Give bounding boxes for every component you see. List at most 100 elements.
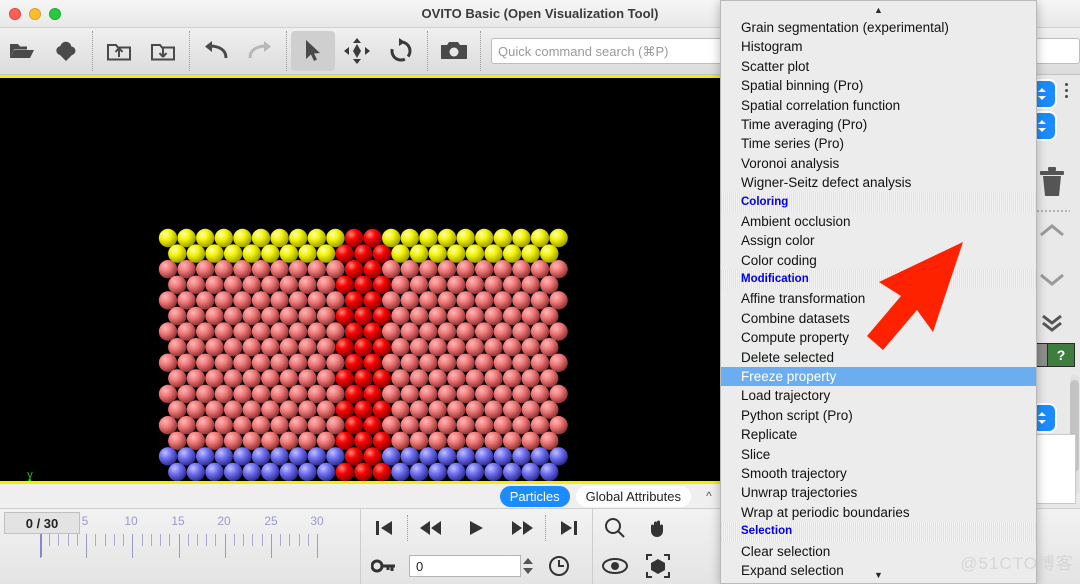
property-editor-area	[1032, 434, 1076, 504]
particle	[409, 431, 429, 450]
orbit-tool-button[interactable]	[593, 547, 636, 584]
menu-item[interactable]: Time averaging (Pro)	[721, 115, 1036, 134]
move-modifier-down-button[interactable]	[1039, 271, 1065, 292]
animation-timeline[interactable]: 5 10 15 20 25 30 0 / 30	[0, 509, 360, 584]
menu-item[interactable]: Assign color	[721, 231, 1036, 250]
transport-row-playback	[361, 509, 592, 547]
menu-item[interactable]: Delete selected	[721, 348, 1036, 367]
particle	[419, 353, 438, 372]
particle	[465, 369, 485, 388]
menu-item[interactable]: Load trajectory	[721, 386, 1036, 405]
particle	[475, 384, 494, 404]
move-mode-button[interactable]	[335, 31, 379, 71]
particle	[447, 369, 466, 388]
menu-item[interactable]: Time series (Pro)	[721, 134, 1036, 153]
select-mode-button[interactable]	[291, 31, 335, 71]
collapse-inspector-chevron[interactable]: ^	[697, 489, 721, 503]
animation-settings-button[interactable]	[536, 548, 582, 584]
particle	[363, 228, 382, 248]
play-animation-button[interactable]	[454, 510, 500, 546]
render-active-viewport-button[interactable]	[432, 31, 476, 71]
menu-item[interactable]: Slice	[721, 445, 1036, 464]
zoom-scene-extents-button[interactable]	[636, 547, 679, 584]
menu-item[interactable]: Unwrap trajectories	[721, 483, 1036, 502]
particle	[242, 462, 261, 482]
particle	[316, 306, 336, 326]
menu-item[interactable]: Wrap at periodic boundaries	[721, 503, 1036, 522]
tick-label-10: 10	[124, 514, 138, 528]
tab-particles[interactable]: Particles	[499, 485, 570, 507]
delete-modifier-button[interactable]	[1038, 167, 1066, 202]
menu-item[interactable]: Freeze property	[721, 367, 1036, 387]
particle	[298, 244, 317, 263]
move-modifier-up-button[interactable]	[1039, 223, 1065, 244]
modifier-dropdown-menu[interactable]: ▲ Grain segmentation (experimental) Histo…	[720, 0, 1037, 584]
tab-global-attributes[interactable]: Global Attributes	[575, 485, 691, 507]
next-frame-button[interactable]	[499, 510, 545, 546]
particle	[530, 447, 550, 466]
particle	[354, 244, 373, 263]
particle	[382, 260, 401, 279]
go-to-end-button[interactable]	[546, 510, 592, 546]
previous-frame-button[interactable]	[408, 510, 454, 546]
zoom-tool-button[interactable]	[593, 509, 636, 547]
pan-tool-button[interactable]	[636, 509, 679, 547]
menu-item[interactable]: Affine transformation	[721, 289, 1036, 308]
image-watermark: @51CTO博客	[960, 554, 1074, 573]
particle	[196, 416, 215, 435]
particle	[270, 447, 289, 466]
overflow-menu-button[interactable]	[1065, 83, 1068, 98]
particle	[493, 260, 512, 279]
particle	[465, 431, 485, 450]
toolbar-separator	[92, 31, 93, 71]
particle	[456, 291, 475, 310]
load-session-state-button[interactable]	[141, 31, 185, 71]
viewport-top[interactable]: Top	[0, 75, 721, 521]
particle	[289, 416, 308, 435]
particle	[168, 244, 187, 263]
rotate-mode-button[interactable]	[379, 31, 423, 71]
menu-item[interactable]: Voronoi analysis	[721, 154, 1036, 173]
menu-item[interactable]: Ambient occlusion	[721, 212, 1036, 231]
menu-item[interactable]: Spatial binning (Pro)	[721, 76, 1036, 95]
menu-item[interactable]: Replicate	[721, 425, 1036, 444]
load-remote-file-button[interactable]	[44, 31, 88, 71]
timeline-tick	[252, 534, 254, 546]
menu-item[interactable]: Smooth trajectory	[721, 464, 1036, 483]
open-file-button[interactable]	[0, 31, 44, 71]
menu-scroll-up-arrow[interactable]: ▲	[721, 1, 1036, 18]
particle	[289, 353, 308, 372]
redo-button[interactable]	[238, 31, 282, 71]
menu-item[interactable]: Compute property	[721, 328, 1036, 347]
undo-button[interactable]	[194, 31, 238, 71]
go-to-start-button[interactable]	[361, 510, 407, 546]
updown-stepper-icon	[523, 558, 533, 574]
particle	[158, 322, 178, 341]
particle	[484, 275, 503, 294]
particle	[158, 416, 178, 435]
timeline-tick	[317, 534, 318, 558]
frame-number-input[interactable]: 0	[409, 555, 521, 577]
particle	[326, 291, 345, 310]
menu-item[interactable]: Wigner-Seitz defect analysis	[721, 173, 1036, 192]
particle	[540, 306, 559, 326]
save-session-state-button[interactable]	[97, 31, 141, 71]
panel-grip[interactable]	[1036, 209, 1070, 214]
menu-item[interactable]: Grain segmentation (experimental)	[721, 18, 1036, 37]
timeline-tick	[280, 534, 282, 546]
menu-item[interactable]: Python script (Pro)	[721, 406, 1036, 425]
toggle-modifier-group-button[interactable]	[1039, 313, 1065, 338]
menu-item[interactable]: Spatial correlation function	[721, 96, 1036, 115]
particle	[372, 400, 392, 419]
menu-item[interactable]: Color coding	[721, 251, 1036, 270]
particle	[214, 416, 233, 435]
auto-key-mode-button[interactable]	[361, 548, 407, 584]
particle	[530, 291, 550, 310]
menu-item[interactable]: Combine datasets	[721, 309, 1036, 328]
timeline-tick	[123, 534, 125, 546]
menu-item[interactable]: Histogram	[721, 37, 1036, 56]
help-button[interactable]: ?	[1047, 343, 1075, 367]
menu-item[interactable]: Scatter plot	[721, 57, 1036, 76]
ovito-application-window: OVITO Basic (Open Visualization Tool) Qu…	[0, 0, 1080, 584]
frame-spinner-buttons[interactable]	[520, 555, 536, 577]
